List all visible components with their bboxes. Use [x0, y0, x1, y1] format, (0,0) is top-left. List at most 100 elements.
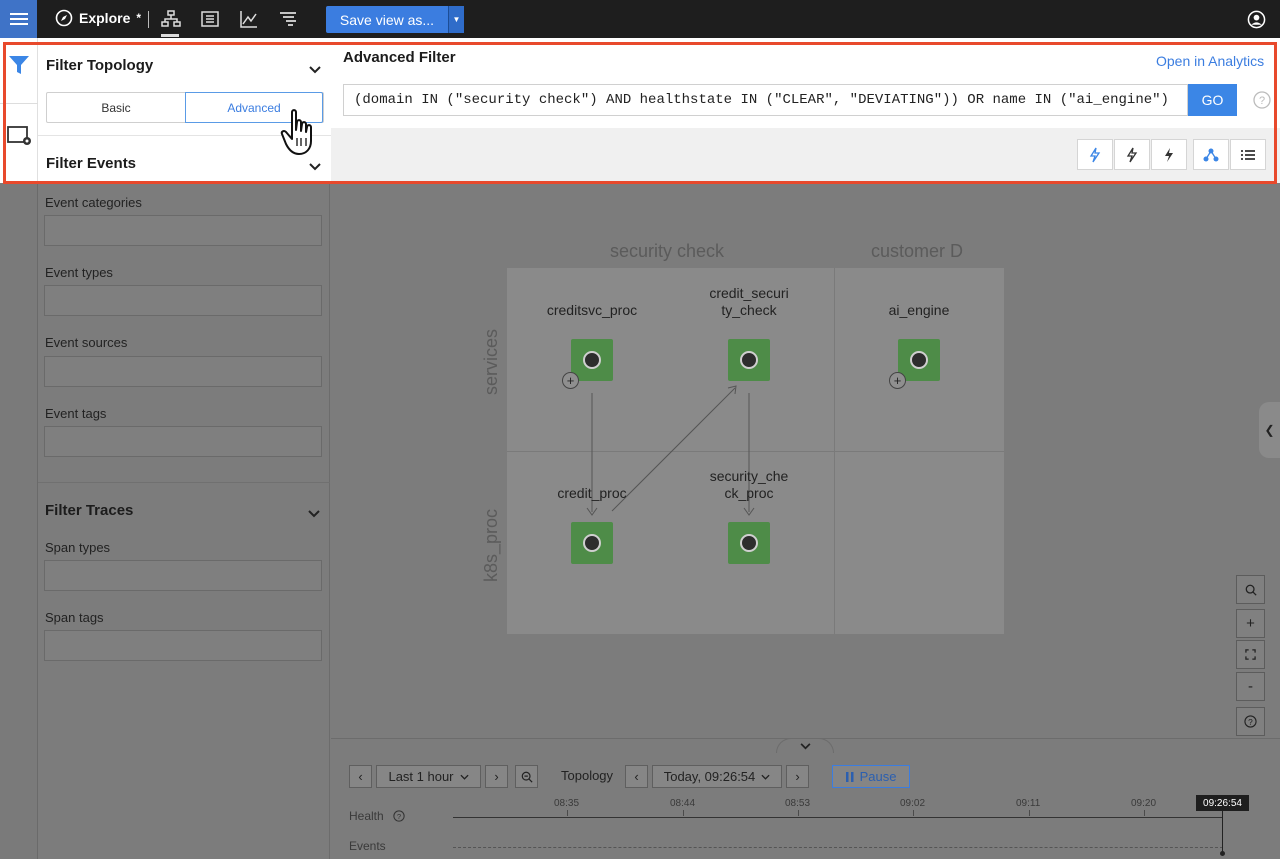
graph-icon [1203, 148, 1219, 161]
active-view-indicator [161, 34, 179, 37]
node-label-security-check-proc: security_che ck_proc [709, 468, 789, 501]
open-in-analytics-link[interactable]: Open in Analytics [1156, 53, 1264, 69]
topology-time-label: Topology [561, 768, 614, 783]
time-tick: 08:44 [670, 798, 696, 809]
time-tick: 09:11 [1016, 798, 1041, 809]
time-tick: 08:35 [554, 798, 580, 809]
rail-divider [0, 103, 38, 104]
go-button[interactable]: GO [1188, 84, 1237, 116]
explore-label: Explore [79, 10, 131, 26]
tick-mark [798, 810, 799, 816]
filter-topology-collapse[interactable] [309, 61, 321, 79]
topology-view-icon[interactable] [161, 9, 181, 29]
expand-node-button[interactable]: + [562, 372, 579, 389]
save-view-button[interactable]: Save view as... [326, 6, 448, 33]
time-range-label: Last 1 hour [388, 769, 454, 784]
filter-traces-collapse[interactable] [308, 505, 320, 523]
chevron-down-icon [308, 510, 320, 518]
tick-mark [1144, 810, 1145, 816]
filter-topology-title: Filter Topology [46, 57, 154, 74]
fit-to-screen-button[interactable] [1236, 640, 1265, 669]
save-view-dropdown[interactable]: ▼ [448, 6, 464, 33]
graph-view-button[interactable] [1193, 139, 1229, 170]
event-types-label: Event types [45, 265, 113, 280]
traces-view-icon[interactable] [278, 9, 298, 29]
canvas-help-button[interactable]: ? [1236, 707, 1265, 736]
event-tags-input[interactable] [44, 426, 322, 457]
event-tags-label: Event tags [45, 406, 107, 421]
zoom-in-button[interactable]: + [1236, 609, 1265, 638]
chevron-down-icon [459, 774, 469, 780]
show-problem-causes-button[interactable] [1114, 139, 1150, 170]
query-help-icon[interactable]: ? [1253, 91, 1271, 109]
side-panel-toggle[interactable]: ❮ [1259, 402, 1280, 458]
span-tags-input[interactable] [44, 630, 322, 661]
filter-events-collapse[interactable] [309, 158, 321, 176]
tick-mark [683, 810, 684, 816]
section-divider [38, 482, 330, 483]
zoom-out-time-button[interactable] [515, 765, 538, 788]
help-icon[interactable]: ? [393, 810, 405, 822]
view-settings-icon[interactable] [7, 124, 33, 148]
time-prev-button[interactable]: ‹ [349, 765, 372, 788]
filter-events-title: Filter Events [46, 155, 137, 172]
pause-button[interactable]: Pause [832, 765, 910, 788]
show-root-cause-button[interactable] [1151, 139, 1187, 170]
fullscreen-icon [1245, 649, 1256, 660]
show-all-problems-button[interactable] [1077, 139, 1113, 170]
node-label-credit-security-check: credit_securi ty_check [709, 285, 789, 318]
component-node[interactable] [728, 522, 770, 564]
component-node[interactable] [571, 522, 613, 564]
chevron-down-icon [309, 66, 321, 74]
health-label-text: Health [349, 809, 384, 823]
filter-icon[interactable] [7, 53, 31, 77]
topology-time-dropdown[interactable]: Today, 09:26:54 [652, 765, 782, 788]
current-time-marker[interactable] [1222, 810, 1223, 854]
time-tick: 09:02 [900, 798, 926, 809]
modified-marker: * [136, 11, 142, 25]
node-label-credit-proc: credit_proc [557, 485, 627, 501]
list-icon [1241, 149, 1255, 160]
time-tick: 08:53 [785, 798, 811, 809]
search-zoom-button[interactable] [1236, 575, 1265, 604]
expand-node-button[interactable]: + [889, 372, 906, 389]
column-header-security-check: security check [610, 241, 725, 261]
event-types-input[interactable] [44, 285, 322, 316]
tick-mark [913, 810, 914, 816]
component-icon [740, 534, 758, 552]
menu-button[interactable] [0, 0, 37, 38]
time-tick: 09:20 [1131, 798, 1157, 809]
svg-text:?: ? [397, 812, 401, 821]
column-header-customer-d: customer D [871, 241, 964, 261]
query-input[interactable]: (domain IN ("security check") AND health… [343, 84, 1188, 116]
metrics-view-icon[interactable] [239, 9, 259, 29]
topology-time-next-button[interactable]: › [786, 765, 809, 788]
user-account-icon[interactable] [1247, 10, 1266, 29]
current-time-label: 09:26:54 [1196, 795, 1249, 811]
events-view-icon[interactable] [200, 9, 220, 29]
timeline-collapse-toggle[interactable] [776, 738, 834, 753]
time-range-dropdown[interactable]: Last 1 hour [376, 765, 481, 788]
explore-title[interactable]: Explore * [55, 9, 141, 27]
basic-mode-button[interactable]: Basic [47, 93, 185, 122]
component-icon [583, 534, 601, 552]
search-icon [1245, 584, 1257, 596]
chevron-left-icon: ‹ [358, 769, 363, 784]
component-icon [910, 351, 928, 369]
component-node[interactable] [728, 339, 770, 381]
time-next-button[interactable]: › [485, 765, 508, 788]
event-categories-input[interactable] [44, 215, 322, 246]
chevron-right-icon: › [494, 769, 499, 784]
advanced-filter-title: Advanced Filter [343, 49, 456, 66]
topology-time-prev-button[interactable]: ‹ [625, 765, 648, 788]
list-view-button[interactable] [1230, 139, 1266, 170]
event-sources-input[interactable] [44, 356, 322, 387]
health-track [453, 817, 1223, 818]
chevron-down-icon [309, 163, 321, 171]
zoom-out-button[interactable]: - [1236, 672, 1265, 701]
span-tags-label: Span tags [45, 610, 104, 625]
span-types-input[interactable] [44, 560, 322, 591]
pause-icon [845, 771, 854, 782]
caret-down-icon: ▼ [452, 15, 461, 24]
node-label-ai-engine: ai_engine [888, 302, 950, 318]
